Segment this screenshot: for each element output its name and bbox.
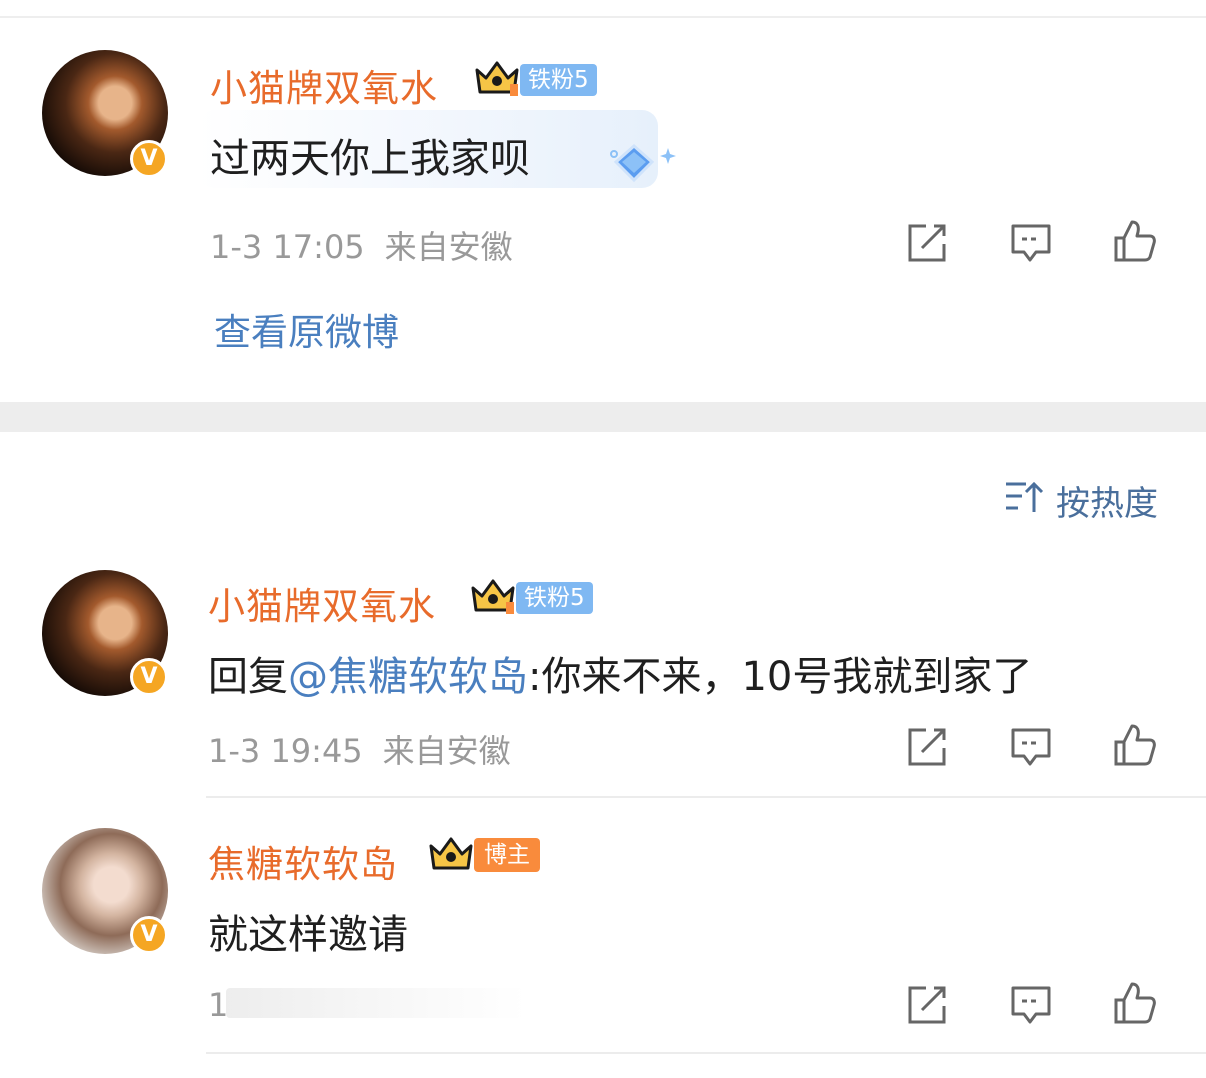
comment-username[interactable]: 小猫牌双氧水 (208, 576, 436, 630)
comment-source: 来自安徽 (382, 732, 511, 770)
like-icon[interactable] (1112, 218, 1158, 264)
comment-icon[interactable] (1008, 724, 1054, 770)
verified-v-icon: V (130, 658, 168, 696)
comment-content: 回复@焦糖软软岛:你来不来，10号我就到家了 (208, 644, 1032, 702)
comment-icon[interactable] (1008, 220, 1054, 266)
like-icon[interactable] (1112, 722, 1158, 768)
post-meta: 1-3 17:05 来自安徽 (210, 222, 513, 268)
comment-username[interactable]: 焦糖软软岛 (208, 834, 398, 888)
share-icon[interactable] (904, 220, 950, 266)
comment-date: 1-3 19:45 (208, 732, 363, 770)
section-divider (0, 402, 1206, 432)
crown-icon (475, 61, 519, 96)
post-date: 1-3 17:05 (210, 228, 365, 266)
sort-icon[interactable] (1004, 478, 1044, 516)
comment-icon[interactable] (1008, 982, 1054, 1028)
crown-icon (429, 837, 473, 870)
row-divider (206, 796, 1206, 798)
post-username[interactable]: 小猫牌双氧水 (210, 58, 438, 112)
post-source: 来自安徽 (384, 228, 513, 266)
blogger-badge: 博主 (474, 838, 540, 872)
fan-badge: 铁粉5 (516, 582, 593, 614)
row-divider (206, 1052, 1206, 1054)
mention-link[interactable]: @焦糖软软岛 (288, 654, 528, 700)
like-icon[interactable] (1112, 980, 1158, 1026)
comment-meta: 1-3 19:45 来自安徽 (208, 726, 511, 772)
reply-prefix: 回复 (208, 654, 288, 700)
sort-by-hot[interactable]: 按热度 (1056, 476, 1158, 525)
share-icon[interactable] (904, 982, 950, 1028)
diamond-sticker-icon (610, 143, 676, 183)
crown-icon (471, 579, 515, 614)
share-icon[interactable] (904, 724, 950, 770)
comment-text: :你来不来，10号我就到家了 (528, 654, 1033, 700)
verified-v-icon: V (130, 140, 168, 178)
top-divider (0, 16, 1206, 18)
comment-content: 就这样邀请 (208, 912, 408, 958)
verified-v-icon: V (130, 916, 168, 954)
fan-badge: 铁粉5 (520, 64, 597, 96)
post-content: 过两天你上我家呗 (210, 136, 530, 182)
view-original-link[interactable]: 查看原微博 (214, 302, 399, 356)
blurred-meta (226, 988, 526, 1018)
